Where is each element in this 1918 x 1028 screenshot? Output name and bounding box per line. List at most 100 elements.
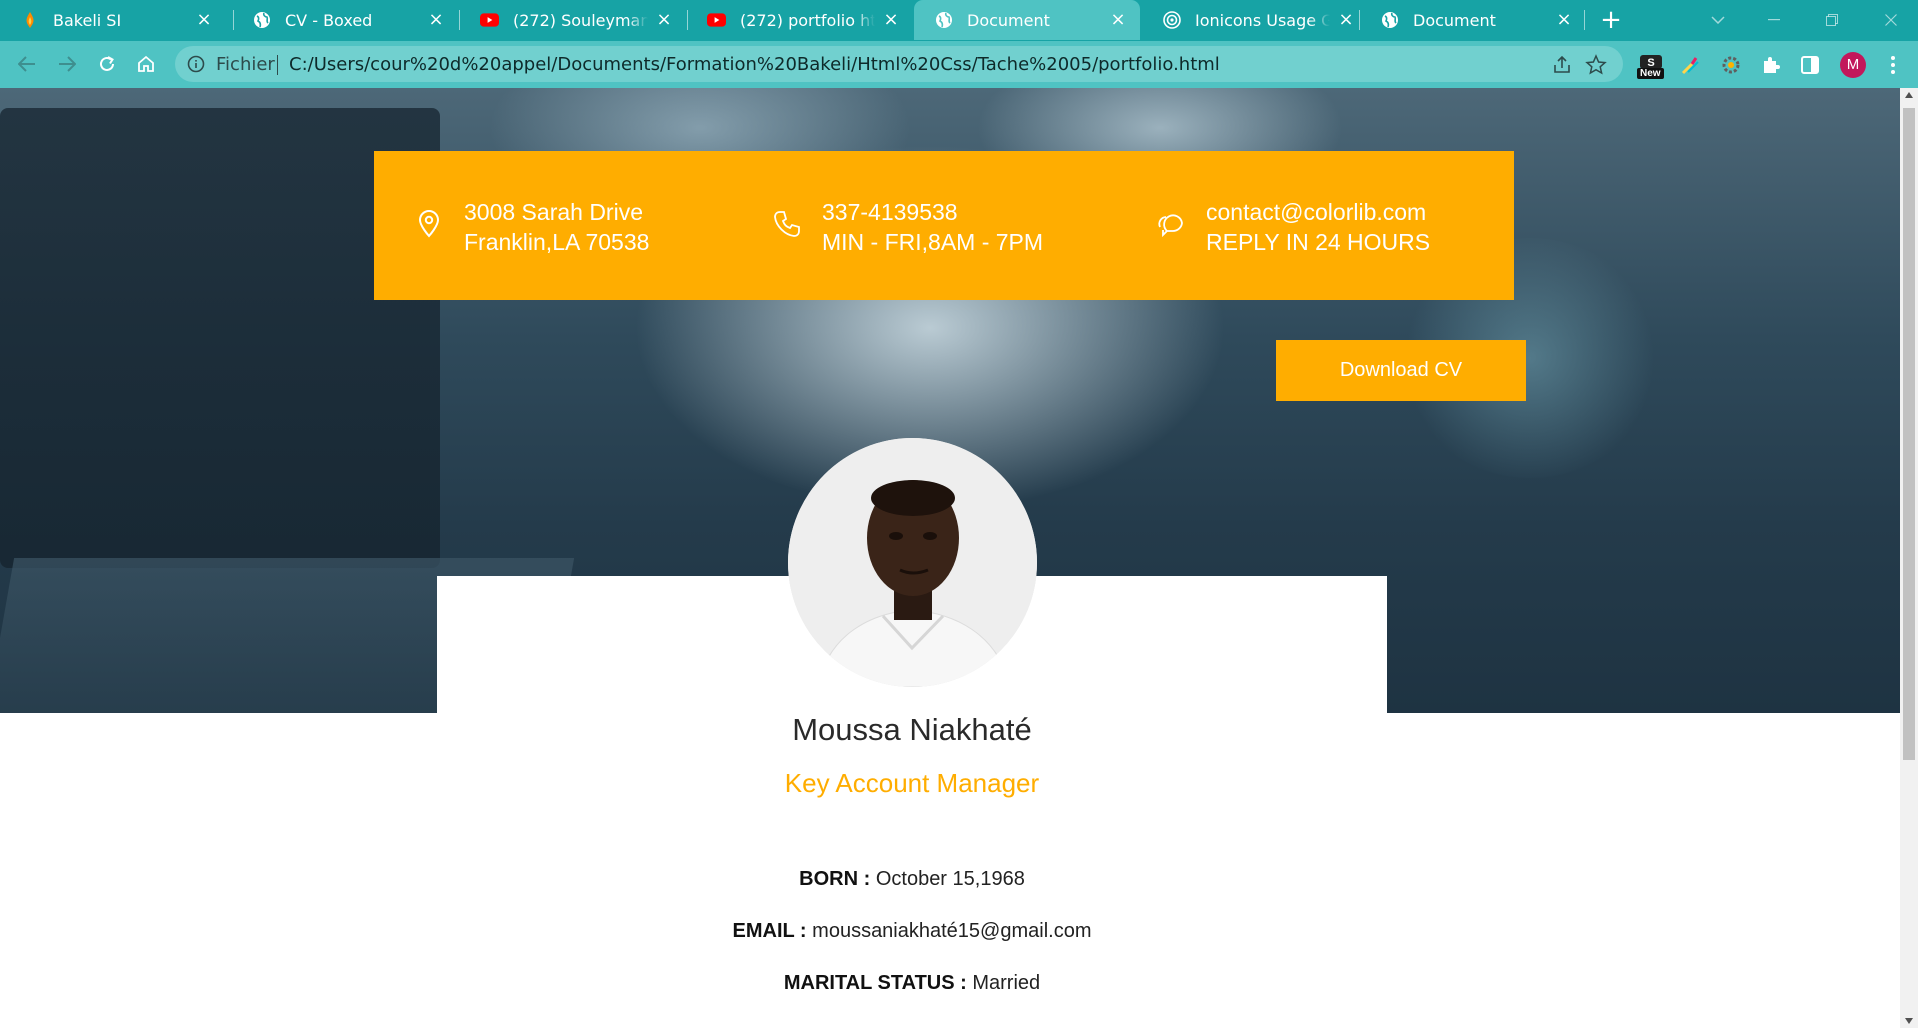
share-icon[interactable] bbox=[1551, 54, 1573, 76]
arrow-right-icon bbox=[59, 56, 76, 72]
tab-document-active[interactable]: Document × bbox=[914, 0, 1140, 40]
new-tab-button[interactable]: + bbox=[1597, 6, 1625, 34]
detail-value: moussaniakhaté15@gmail.com bbox=[812, 920, 1092, 942]
address-line-1: 3008 Sarah Drive bbox=[464, 199, 643, 225]
detail-marital-status: MARITAL STATUS : Married bbox=[0, 972, 1824, 995]
close-icon[interactable]: × bbox=[656, 11, 672, 29]
scheme-label: Fichier bbox=[216, 54, 275, 75]
close-icon[interactable]: × bbox=[428, 11, 444, 29]
contact-bar: 3008 Sarah Drive Franklin,LA 70538 337-4… bbox=[374, 151, 1514, 300]
tab-bakeli[interactable]: Bakeli SI × bbox=[0, 0, 226, 40]
phone-hours: MIN - FRI,8AM - 7PM bbox=[822, 229, 1044, 255]
home-button[interactable] bbox=[131, 49, 161, 79]
contact-phone: 337-4139538 MIN - FRI,8AM - 7PM bbox=[772, 197, 1043, 257]
puzzle-icon bbox=[1764, 57, 1780, 73]
close-window-button[interactable] bbox=[1868, 0, 1914, 40]
minimize-button[interactable] bbox=[1751, 0, 1797, 40]
youtube-icon bbox=[707, 11, 726, 30]
gear-icon bbox=[1722, 56, 1740, 74]
menu-button[interactable] bbox=[1880, 52, 1906, 78]
detail-label: EMAIL : bbox=[732, 920, 807, 942]
tab-title: CV - Boxed bbox=[285, 10, 373, 30]
tab-ionicons[interactable]: Ionicons Usage Guide × bbox=[1142, 0, 1368, 40]
tab-title: Document bbox=[1413, 10, 1496, 30]
globe-icon bbox=[252, 11, 271, 30]
person-portrait bbox=[788, 438, 1037, 687]
tab-cv-boxed[interactable]: CV - Boxed × bbox=[232, 0, 458, 40]
detail-value: Married bbox=[972, 972, 1041, 994]
extension-gear-button[interactable] bbox=[1718, 52, 1744, 78]
reload-icon bbox=[100, 56, 114, 71]
close-icon[interactable]: × bbox=[883, 11, 899, 29]
tab-search-button[interactable] bbox=[1695, 0, 1741, 40]
globe-icon bbox=[1380, 11, 1399, 30]
new-badge: New bbox=[1637, 68, 1664, 79]
restore-icon bbox=[1826, 14, 1838, 26]
tab-title: (272) Souleymane fay bbox=[513, 10, 648, 30]
ionicons-icon bbox=[1162, 11, 1181, 30]
tab-divider bbox=[1584, 10, 1585, 30]
globe-icon bbox=[934, 11, 953, 30]
detail-label: MARITAL STATUS : bbox=[783, 972, 967, 994]
scrollbar-thumb[interactable] bbox=[1903, 108, 1915, 760]
detail-value: October 15,1968 bbox=[875, 868, 1025, 890]
youtube-icon bbox=[480, 11, 499, 30]
detail-label: BORN : bbox=[799, 868, 871, 890]
tab-document[interactable]: Document × bbox=[1360, 0, 1586, 40]
browser-window: Bakeli SI × CV - Boxed × (272) Souleyman… bbox=[0, 0, 1918, 1028]
download-cv-button[interactable]: Download CV bbox=[1276, 340, 1526, 401]
browser-toolbar: Fichier C:/Users/cour%20d%20appel/Docume… bbox=[0, 41, 1918, 88]
bakeli-favicon bbox=[20, 11, 39, 30]
info-icon[interactable] bbox=[187, 55, 205, 73]
minimize-icon bbox=[1768, 19, 1780, 21]
tab-title: Bakeli SI bbox=[53, 10, 122, 30]
address-line-2: Franklin,LA 70538 bbox=[464, 229, 650, 255]
vertical-scrollbar[interactable] bbox=[1900, 88, 1918, 1028]
chevron-down-icon bbox=[1711, 16, 1725, 24]
address-bar[interactable]: Fichier C:/Users/cour%20d%20appel/Docume… bbox=[175, 46, 1623, 82]
url-text[interactable]: C:/Users/cour%20d%20appel/Documents/Form… bbox=[289, 54, 1220, 75]
close-icon bbox=[1885, 14, 1897, 26]
phone-number: 337-4139538 bbox=[822, 199, 958, 225]
phone-icon bbox=[774, 211, 800, 237]
close-icon[interactable]: × bbox=[196, 11, 212, 29]
tab-strip: Bakeli SI × CV - Boxed × (272) Souleyman… bbox=[0, 0, 1918, 41]
detail-email: EMAIL : moussaniakhaté15@gmail.com bbox=[0, 920, 1824, 943]
scroll-down-arrow-icon[interactable] bbox=[1905, 1018, 1913, 1024]
close-icon[interactable]: × bbox=[1556, 11, 1572, 29]
page-viewport: 3008 Sarah Drive Franklin,LA 70538 337-4… bbox=[0, 88, 1900, 1028]
profile-name: Moussa Niakhaté bbox=[792, 712, 1032, 747]
tab-youtube-portfolio[interactable]: (272) portfolio html c × bbox=[687, 0, 913, 40]
reply-note: REPLY IN 24 HOURS bbox=[1206, 229, 1431, 255]
star-icon[interactable] bbox=[1585, 54, 1607, 76]
contact-address: 3008 Sarah Drive Franklin,LA 70538 bbox=[414, 197, 649, 257]
forward-button[interactable] bbox=[52, 49, 82, 79]
home-icon bbox=[138, 55, 154, 72]
back-button[interactable] bbox=[12, 49, 42, 79]
contact-email: contact@colorlib.com REPLY IN 24 HOURS bbox=[1156, 197, 1430, 257]
location-pin-icon bbox=[418, 210, 440, 238]
side-panel-icon bbox=[1801, 56, 1819, 74]
scheme-divider bbox=[277, 55, 278, 75]
eyedropper-icon bbox=[1681, 57, 1699, 75]
tab-youtube-souleymane[interactable]: (272) Souleymane fay × bbox=[460, 0, 686, 40]
tab-title: (272) portfolio html c bbox=[740, 10, 875, 30]
kebab-menu-icon bbox=[1891, 56, 1895, 74]
tab-title: Ionicons Usage Guide bbox=[1195, 10, 1330, 30]
extensions-button[interactable] bbox=[1758, 52, 1784, 78]
restore-button[interactable] bbox=[1809, 0, 1855, 40]
close-icon[interactable]: × bbox=[1338, 11, 1354, 29]
arrow-left-icon bbox=[18, 56, 35, 72]
tab-title: Document bbox=[967, 10, 1050, 30]
profile-photo bbox=[788, 438, 1037, 687]
scroll-up-arrow-icon[interactable] bbox=[1905, 92, 1913, 98]
detail-born: BORN : October 15,1968 bbox=[0, 868, 1824, 891]
profile-avatar[interactable]: M bbox=[1840, 52, 1866, 78]
profile-role: Key Account Manager bbox=[784, 768, 1040, 798]
email-address[interactable]: contact@colorlib.com bbox=[1206, 197, 1430, 227]
side-panel-button[interactable] bbox=[1797, 52, 1823, 78]
extension-color-button[interactable] bbox=[1678, 52, 1704, 78]
chat-bubbles-icon bbox=[1158, 214, 1183, 238]
reload-button[interactable] bbox=[92, 49, 122, 79]
close-icon[interactable]: × bbox=[1110, 11, 1126, 29]
